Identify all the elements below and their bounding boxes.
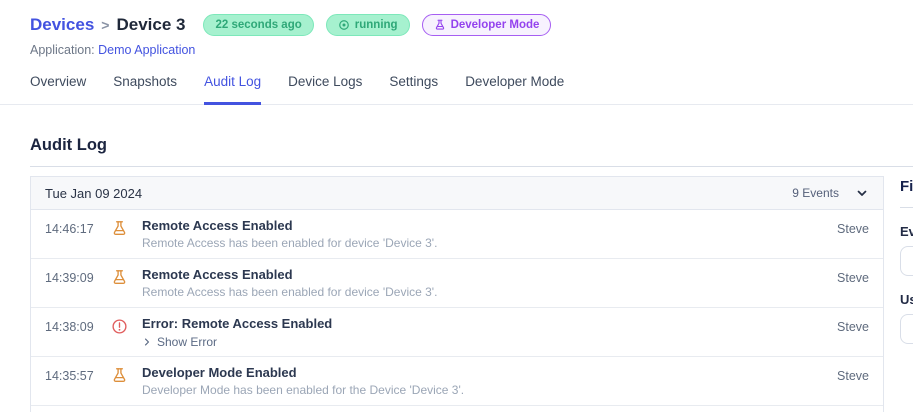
show-error-toggle[interactable]: Show Error bbox=[142, 335, 217, 349]
event-description: Remote Access has been enabled for devic… bbox=[142, 236, 438, 250]
user-filter-input[interactable] bbox=[900, 314, 913, 344]
user-filter-label: User bbox=[900, 292, 913, 307]
event-content: Developer Mode Enabled Developer Mode ha… bbox=[142, 365, 837, 397]
tab-overview[interactable]: Overview bbox=[30, 74, 86, 104]
badge-group: 22 seconds ago running Developer Mode bbox=[203, 14, 552, 36]
tab-bar: Overview Snapshots Audit Log Device Logs… bbox=[0, 57, 913, 105]
last-seen-label: 22 seconds ago bbox=[215, 19, 302, 31]
event-content: Remote Access Enabled Remote Access has … bbox=[142, 218, 837, 250]
event-description: Developer Mode has been enabled for the … bbox=[142, 383, 465, 397]
event-title: Remote Access Enabled bbox=[142, 218, 293, 233]
event-title: Remote Access Enabled bbox=[142, 267, 293, 282]
events-filter-input[interactable] bbox=[900, 246, 913, 276]
flask-icon bbox=[434, 19, 446, 31]
tab-snapshots[interactable]: Snapshots bbox=[113, 74, 177, 104]
event-user: Steve bbox=[837, 320, 869, 334]
flask-icon bbox=[111, 269, 128, 286]
events-count: 9 Events bbox=[792, 186, 839, 200]
filter-panel: Filter Events User bbox=[900, 176, 913, 344]
event-content: Remote Access Enabled Remote Access has … bbox=[142, 267, 837, 299]
audit-log-row: 14:35:57 Developer Mode Enabled Develope… bbox=[31, 357, 883, 406]
tab-settings[interactable]: Settings bbox=[389, 74, 438, 104]
event-user: Steve bbox=[837, 369, 869, 383]
error-icon bbox=[111, 318, 128, 335]
breadcrumb-separator: > bbox=[101, 17, 110, 33]
tab-audit-log[interactable]: Audit Log bbox=[204, 74, 262, 105]
chevron-down-icon[interactable] bbox=[855, 186, 869, 200]
filter-divider bbox=[900, 207, 913, 208]
audit-log-row: 14:39:09 Remote Access Enabled Remote Ac… bbox=[31, 259, 883, 308]
flask-icon bbox=[111, 367, 128, 384]
breadcrumb: Devices > Device 3 22 seconds ago runnin… bbox=[30, 14, 883, 36]
event-user: Steve bbox=[837, 222, 869, 236]
event-title: Error: Remote Access Enabled bbox=[142, 316, 333, 331]
record-icon bbox=[338, 19, 350, 31]
audit-log-table: Tue Jan 09 2024 9 Events 14:46:17 Remote… bbox=[30, 176, 884, 412]
developer-mode-label: Developer Mode bbox=[450, 19, 540, 31]
main-content: Tue Jan 09 2024 9 Events 14:46:17 Remote… bbox=[0, 176, 913, 412]
event-description: Remote Access has been enabled for devic… bbox=[142, 285, 438, 299]
breadcrumb-current-device: Device 3 bbox=[116, 15, 186, 34]
tab-device-logs[interactable]: Device Logs bbox=[288, 74, 362, 104]
chevron-right-icon bbox=[142, 337, 152, 347]
event-time: 14:38:09 bbox=[45, 320, 94, 334]
status-badge: running bbox=[325, 14, 410, 36]
application-label: Application: bbox=[30, 43, 95, 57]
section-divider bbox=[30, 166, 913, 167]
section-title: Audit Log bbox=[30, 136, 107, 154]
audit-log-row: 14:46:17 Remote Access Enabled Remote Ac… bbox=[31, 210, 883, 259]
show-error-label: Show Error bbox=[157, 335, 218, 349]
filter-panel-title: Filter bbox=[900, 178, 913, 195]
event-content: Error: Remote Access Enabled Show Error bbox=[142, 316, 837, 352]
flask-icon bbox=[111, 220, 128, 237]
developer-mode-badge: Developer Mode bbox=[421, 14, 552, 36]
application-line: Application: Demo Application bbox=[30, 43, 883, 57]
tab-developer-mode[interactable]: Developer Mode bbox=[465, 74, 564, 104]
event-time: 14:35:57 bbox=[45, 369, 94, 383]
page-header: Devices > Device 3 22 seconds ago runnin… bbox=[0, 0, 913, 57]
event-user: Steve bbox=[837, 271, 869, 285]
date-label: Tue Jan 09 2024 bbox=[45, 185, 143, 201]
audit-log-row: 14:35:30 Developer Mode Disabled Steve bbox=[31, 406, 883, 412]
breadcrumb-devices-link[interactable]: Devices bbox=[30, 15, 94, 35]
application-link[interactable]: Demo Application bbox=[98, 43, 195, 57]
status-label: running bbox=[354, 19, 398, 31]
last-seen-badge: 22 seconds ago bbox=[203, 14, 314, 36]
event-title: Developer Mode Enabled bbox=[142, 365, 297, 380]
events-filter-label: Events bbox=[900, 224, 913, 239]
event-time: 14:46:17 bbox=[45, 222, 94, 236]
date-group-header[interactable]: Tue Jan 09 2024 9 Events bbox=[31, 177, 883, 210]
audit-log-row: 14:38:09 Error: Remote Access Enabled Sh… bbox=[31, 308, 883, 357]
event-time: 14:39:09 bbox=[45, 271, 94, 285]
